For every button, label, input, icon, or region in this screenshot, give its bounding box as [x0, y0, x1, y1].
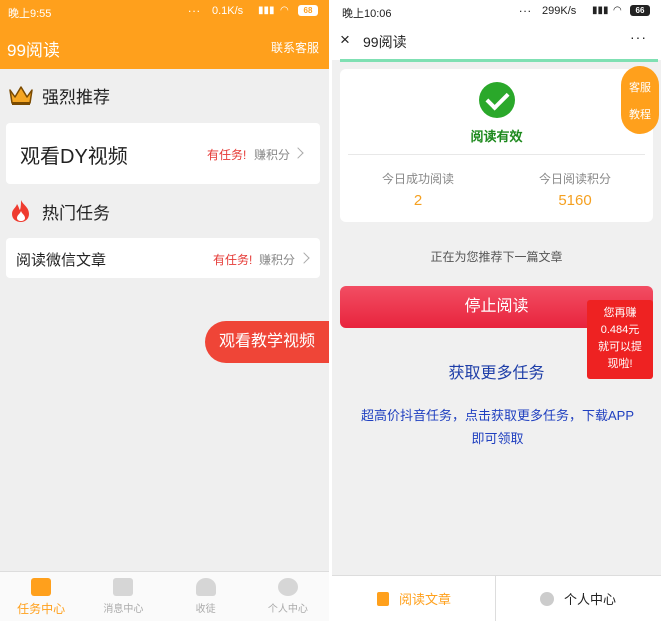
task-available-badge: 有任务! — [213, 253, 253, 267]
right-phone: 晚上10:06 ... 299K/s ▮▮▮ ◠ 66 × 99阅读 ··· 阅… — [332, 0, 661, 621]
section-hot: 热门任务 — [8, 198, 110, 224]
tab-label: 任务中心 — [17, 602, 66, 616]
status-time: 晚上9:55 — [8, 8, 52, 20]
section-hot-title: 热门任务 — [42, 203, 110, 223]
card-divider — [348, 154, 645, 155]
task-icon — [31, 578, 52, 596]
earn-points-label: 赚积分 — [259, 253, 296, 267]
apprentice-icon — [195, 578, 216, 596]
user-icon — [539, 591, 554, 606]
message-icon — [113, 578, 134, 596]
task-available-badge: 有任务! — [207, 148, 247, 162]
app-header: 晚上9:55 ... 0.1K/s ▮▮▮ ◠ 68 99阅读 联系客服 — [0, 0, 329, 69]
task-card-wechat-article[interactable]: 阅读微信文章 有任务! 赚积分 — [6, 238, 320, 278]
customer-service-button[interactable]: 客服 — [621, 79, 659, 95]
tab-profile[interactable]: 个人中心 — [247, 572, 329, 621]
signal-icon: ▮▮▮ — [258, 5, 275, 16]
check-circle-icon — [479, 82, 515, 118]
flame-icon — [12, 200, 29, 222]
recommend-status-text: 正在为您推荐下一篇文章 — [430, 250, 563, 264]
task-name: 观看DY视频 — [20, 146, 128, 168]
status-speed: 299K/s — [542, 5, 577, 17]
wifi-icon: ◠ — [613, 5, 622, 16]
tab-task-center[interactable]: 任务中心 — [0, 572, 82, 621]
tab-message-center[interactable]: 消息中心 — [82, 572, 164, 621]
battery-icon: 66 — [630, 5, 650, 16]
promo-line: 您再赚 — [603, 307, 637, 319]
wifi-icon: ◠ — [280, 5, 289, 16]
signal-icon: ▮▮▮ — [592, 5, 609, 16]
tab-profile[interactable]: 个人中心 — [496, 576, 660, 621]
stat-label-reads: 今日成功阅读 — [381, 172, 454, 186]
app-title: 99阅读 — [7, 41, 60, 60]
promo-description-link[interactable]: 超高价抖音任务，点击获取更多任务，下载APP即可领取 — [360, 404, 635, 450]
stat-value-points: 5160 — [558, 192, 592, 209]
battery-icon: 68 — [298, 5, 318, 16]
more-menu-icon[interactable]: ··· — [630, 29, 647, 45]
section-recommend: 强烈推荐 — [8, 82, 110, 108]
reading-result-card: 阅读有效 今日成功阅读 今日阅读积分 2 5160 — [340, 69, 653, 222]
status-speed: 0.1K/s — [212, 5, 244, 17]
bottom-tab-bar: 阅读文章 个人中心 — [332, 575, 661, 621]
chevron-right-icon — [298, 252, 310, 264]
status-dots: ... — [188, 1, 202, 15]
tab-label: 个人中心 — [563, 592, 616, 607]
reading-status: 阅读有效 — [470, 129, 523, 144]
stat-value-reads: 2 — [413, 192, 423, 209]
profile-icon — [277, 578, 298, 596]
status-bar: 晚上9:55 ... 0.1K/s ▮▮▮ ◠ 68 — [0, 0, 329, 22]
promo-line: 0.484元 — [600, 324, 640, 336]
page-title: 99阅读 — [363, 34, 407, 50]
get-more-tasks-link[interactable]: 获取更多任务 — [332, 359, 661, 383]
stat-label-points: 今日阅读积分 — [538, 172, 611, 186]
page-load-progress — [340, 59, 658, 62]
tutorial-button[interactable]: 教程 — [621, 106, 659, 122]
side-floating-pill: 客服 教程 — [621, 66, 659, 134]
contact-service-link[interactable]: 联系客服 — [271, 39, 319, 56]
tab-label: 消息中心 — [103, 604, 144, 615]
task-card-dy-video[interactable]: 观看DY视频 有任务! 赚积分 — [6, 123, 320, 184]
tab-label: 收徒 — [195, 604, 216, 615]
status-time: 晚上10:06 — [342, 8, 392, 20]
left-phone: 晚上9:55 ... 0.1K/s ▮▮▮ ◠ 68 99阅读 联系客服 强烈推… — [0, 0, 329, 621]
tab-read-articles[interactable]: 阅读文章 — [332, 576, 496, 621]
bottom-tab-bar: 任务中心 消息中心 收徒 个人中心 — [0, 571, 329, 621]
screenshot: 晚上9:55 ... 0.1K/s ▮▮▮ ◠ 68 99阅读 联系客服 强烈推… — [0, 0, 661, 621]
status-bar: 晚上10:06 ... 299K/s ▮▮▮ ◠ 66 — [332, 0, 661, 22]
promo-line: 就可以提 — [598, 341, 642, 353]
tab-label: 个人中心 — [267, 604, 308, 615]
chevron-right-icon — [292, 147, 304, 159]
earn-points-label: 赚积分 — [254, 148, 291, 162]
task-name: 阅读微信文章 — [16, 252, 107, 269]
article-icon — [376, 591, 389, 606]
watch-tutorial-button[interactable]: 观看教学视频 — [205, 321, 329, 363]
status-dots: ... — [519, 1, 533, 15]
webview-header: 晚上10:06 ... 299K/s ▮▮▮ ◠ 66 × 99阅读 ··· — [332, 0, 661, 60]
section-recommend-title: 强烈推荐 — [42, 87, 110, 107]
crown-icon — [9, 86, 33, 105]
tab-apprentice[interactable]: 收徒 — [165, 572, 247, 621]
close-icon[interactable]: × — [340, 30, 350, 50]
tab-label: 阅读文章 — [398, 592, 451, 607]
